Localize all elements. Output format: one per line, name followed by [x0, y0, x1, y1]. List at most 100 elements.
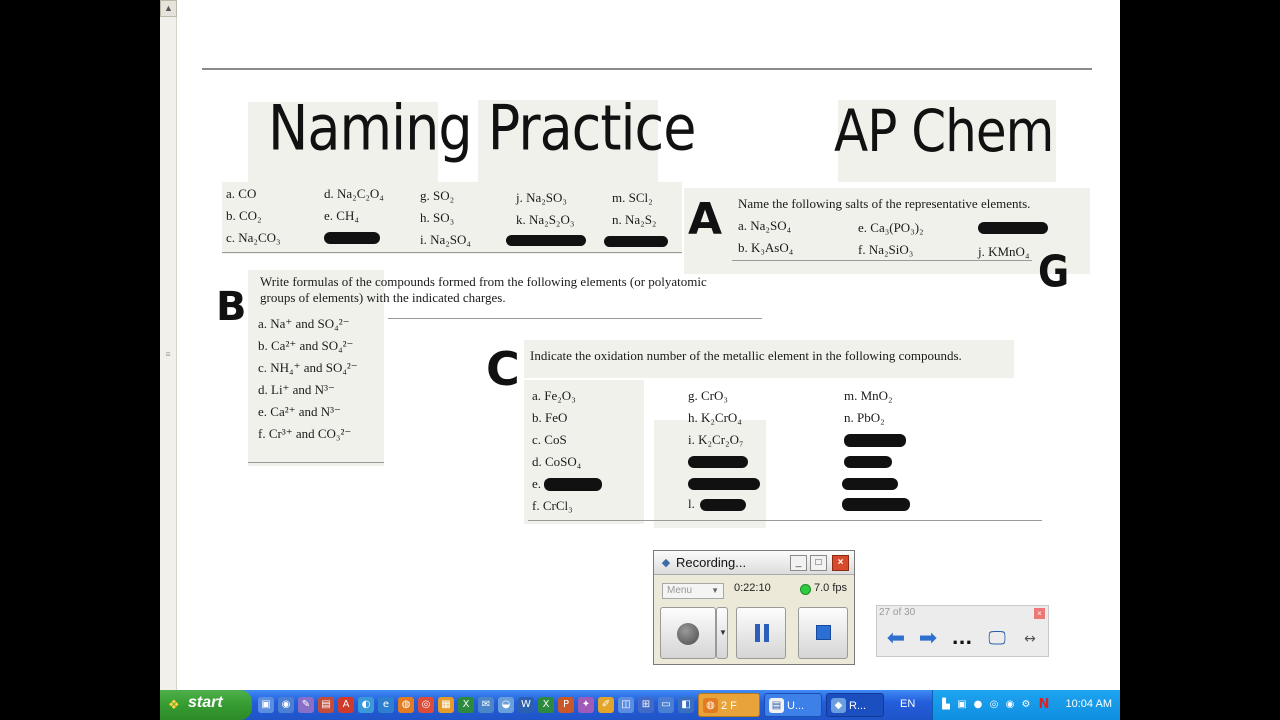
scroll-grip-icon[interactable]: ≡	[161, 350, 175, 368]
elapsed-time: 0:22:10	[734, 582, 771, 594]
list-item: e. CH₄	[324, 208, 359, 223]
list-item: c. NH₄⁺ and SO₄²⁻	[258, 360, 358, 375]
document-icon: ▤	[769, 698, 784, 713]
record-button[interactable]	[660, 607, 716, 659]
quicklaunch-icon[interactable]: ✦	[578, 697, 594, 713]
recording-titlebar[interactable]: ◆ Recording... _ □ ×	[654, 551, 854, 575]
divider	[222, 252, 682, 253]
list-item: k. Na₂S₂O₃	[516, 212, 575, 227]
list-item: d. Na₂C₂O₄	[324, 186, 384, 201]
quicklaunch-icon[interactable]: X	[538, 697, 554, 713]
taskbar-clock[interactable]: 10:04 AM	[1066, 698, 1112, 710]
recorder-menu-dropdown[interactable]: Menu ▼	[662, 583, 724, 599]
redaction-mark	[844, 456, 892, 468]
redaction-mark	[604, 236, 668, 247]
chevron-down-icon: ▼	[719, 628, 727, 637]
task-button-recorder[interactable]: ◆ R...	[826, 693, 884, 717]
list-item: n. Na₂S₂	[612, 212, 657, 227]
vertical-scrollbar[interactable]: ▲ ≡	[160, 0, 177, 690]
list-item: f. Cr³⁺ and CO₃²⁻	[258, 426, 352, 441]
monitor-icon[interactable]: 🖵	[985, 628, 1009, 650]
redaction-mark	[544, 478, 602, 491]
firefox-icon[interactable]: ◍	[398, 697, 414, 713]
quicklaunch-icon[interactable]: ✎	[298, 697, 314, 713]
slide-counter: 27 of 30	[879, 607, 916, 618]
powerpoint-icon[interactable]: P	[558, 697, 574, 713]
scroll-up-icon[interactable]: ▲	[160, 0, 177, 17]
start-button[interactable]: ❖ start	[160, 690, 252, 720]
quicklaunch-icon[interactable]: ✐	[598, 697, 614, 713]
frame-rate: 7.0 fps	[814, 582, 848, 594]
excel-icon[interactable]: X	[458, 697, 474, 713]
divider	[388, 318, 762, 319]
language-indicator[interactable]: EN	[900, 698, 915, 710]
stop-button[interactable]	[798, 607, 848, 659]
list-item: g. CrO₃	[688, 388, 728, 403]
section-a-letter: A	[688, 194, 723, 245]
course-title: AP Chem	[834, 98, 1054, 165]
list-item: d. Li⁺ and N³⁻	[258, 382, 335, 397]
section-a-annotation: G	[1038, 246, 1069, 297]
redaction-mark	[844, 434, 906, 447]
minimize-button[interactable]: _	[790, 555, 807, 571]
tray-n-icon[interactable]: N	[1037, 698, 1051, 712]
tray-monitor-icon[interactable]: ▣	[955, 698, 969, 712]
task-button-document[interactable]: ▤ U...	[764, 693, 822, 717]
tray-sync-icon[interactable]: ◎	[987, 698, 1001, 712]
list-item: h. SO₃	[420, 210, 455, 225]
browser-icon[interactable]: e	[378, 697, 394, 713]
list-item: j. KMnO₄	[978, 244, 1030, 259]
list-item: a. Fe₂O₃	[532, 388, 576, 403]
section-b-letter: B	[216, 284, 247, 330]
quicklaunch-icon[interactable]: ◒	[498, 697, 514, 713]
chevron-down-icon: ▼	[711, 586, 719, 595]
quicklaunch-icon[interactable]: ◧	[678, 697, 694, 713]
record-options-button[interactable]: ▼	[716, 607, 728, 659]
redaction-mark	[324, 232, 380, 244]
list-item: a. Na⁺ and SO₄²⁻	[258, 316, 350, 331]
quicklaunch-icon[interactable]: ⊞	[638, 697, 654, 713]
word-icon[interactable]: W	[518, 697, 534, 713]
tray-security-icon[interactable]: ●	[971, 698, 985, 712]
slide-navigator: 27 of 30 × ⬅ ➡ ... 🖵 ↔	[876, 605, 1049, 657]
close-button[interactable]: ×	[832, 555, 849, 571]
quicklaunch-icon[interactable]: ✉	[478, 697, 494, 713]
pause-button[interactable]	[736, 607, 786, 659]
tray-update-icon[interactable]: ⚙	[1019, 698, 1033, 712]
redaction-mark	[842, 478, 898, 490]
tray-volume-icon[interactable]: ◉	[1003, 698, 1017, 712]
resize-horizontal-icon[interactable]: ↔	[1019, 628, 1041, 650]
list-item: e. Ca²⁺ and N³⁻	[258, 404, 341, 419]
maximize-button[interactable]: □	[810, 555, 827, 571]
task-button-firefox[interactable]: ◍ 2 F	[698, 693, 760, 717]
section-a-instruction: Name the following salts of the represen…	[738, 196, 1031, 211]
divider	[248, 462, 384, 463]
arrow-left-icon[interactable]: ⬅	[883, 628, 909, 650]
list-item: h. K₂CrO₄	[688, 410, 742, 425]
list-item: e. Ca₃(PO₃)₂	[858, 220, 924, 235]
tray-network-icon[interactable]: ▙	[939, 698, 953, 712]
quicklaunch-icon[interactable]: ◉	[278, 697, 294, 713]
more-options-button[interactable]: ...	[951, 628, 973, 650]
quicklaunch-icon[interactable]: ◐	[358, 697, 374, 713]
quicklaunch-icon[interactable]: ▣	[258, 697, 274, 713]
section-c-instruction: Indicate the oxidation number of the met…	[530, 348, 962, 363]
menu-label: Menu	[667, 585, 693, 596]
recording-dialog: ◆ Recording... _ □ × Menu ▼ 0:22:10 7.0 …	[653, 550, 855, 665]
status-dot-icon	[800, 584, 811, 595]
pdf-icon[interactable]: A	[338, 697, 354, 713]
list-item: m. MnO₂	[844, 388, 893, 403]
quicklaunch-icon[interactable]: ◫	[618, 697, 634, 713]
recorder-app-icon: ◆	[831, 698, 846, 713]
section-c-letter: C	[486, 342, 520, 396]
list-item: b. Ca²⁺ and SO₄²⁻	[258, 338, 354, 353]
close-icon[interactable]: ×	[1034, 608, 1045, 619]
chrome-icon[interactable]: ◎	[418, 697, 434, 713]
arrow-right-icon[interactable]: ➡	[915, 628, 941, 650]
quicklaunch-icon[interactable]: ▭	[658, 697, 674, 713]
start-label: start	[188, 694, 223, 711]
quicklaunch-icon[interactable]: ▤	[318, 697, 334, 713]
list-item: j. Na₂SO₃	[516, 190, 567, 205]
quicklaunch-icon[interactable]: ▦	[438, 697, 454, 713]
list-item: g. SO₂	[420, 188, 455, 203]
